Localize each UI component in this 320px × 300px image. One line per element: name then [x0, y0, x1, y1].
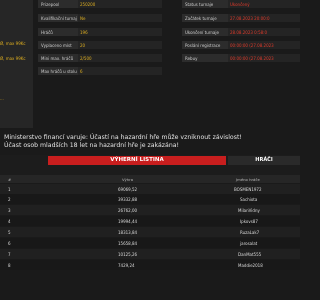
row-win: 39332,88	[118, 197, 138, 202]
status-row: Rebuy 00:00:00 (27.08.2023	[182, 54, 300, 63]
row-rank: 7	[8, 252, 11, 257]
status-row: Ukončení turnaje 28.08.2023 0:58:0	[182, 28, 300, 37]
row-player: BOSMEN1972	[234, 187, 262, 192]
left-panel-item: Ø, max 99Kc	[0, 41, 26, 46]
status-label: Rebuy	[182, 54, 228, 63]
row-win: 19994,44	[118, 219, 138, 224]
row-player: Ipkovs87	[240, 219, 258, 224]
info-value: 6	[78, 67, 162, 76]
leaderboard-row[interactable]: 3 26762,00 MilanVidny	[0, 205, 300, 215]
row-player: DanMat555	[238, 252, 262, 257]
status-value: 27.08.2023 20:00:0	[228, 14, 300, 23]
row-player: Maddie2018	[238, 263, 263, 268]
tab-winners-list[interactable]: VÝHERNÍ LISTINA	[48, 156, 226, 165]
info-value: 20	[78, 41, 162, 50]
header-rank: #	[8, 177, 12, 182]
leaderboard-row[interactable]: 1 69069,52 BOSMEN1972	[0, 184, 300, 194]
leaderboard-row[interactable]: 2 39332,88 Sachiota	[0, 194, 300, 204]
status-value: 28.08.2023 0:58:0	[228, 28, 300, 37]
info-label: Prizepool	[38, 0, 78, 9]
info-row: Max hráčů u stolu 6	[38, 67, 162, 76]
leaderboard-row[interactable]: 6 15658,84 jarosalat	[0, 238, 300, 248]
status-label: Začátek turnaje	[182, 14, 228, 23]
info-label: Hráčů	[38, 28, 78, 37]
leaderboard-row[interactable]: 4 19994,44 Ipkovs87	[0, 216, 300, 226]
status-label: Poslání registrace	[182, 41, 228, 50]
row-player: jarosalat	[240, 241, 258, 246]
row-player: RuzaLak7	[240, 230, 260, 235]
leaderboard-row[interactable]: 5 18313,84 RuzaLak7	[0, 227, 300, 237]
header-player: Jméno hráče	[236, 177, 260, 182]
row-rank: 1	[8, 187, 11, 192]
row-rank: 4	[8, 219, 11, 224]
row-win: 7429,24	[118, 263, 135, 268]
warning-line-1: Ministerstvo financí varuje: Účastí na h…	[4, 134, 242, 141]
left-panel: Ø, max 99Kc Ø, max 99Kc ...	[0, 0, 33, 128]
info-row: Mini max. hráčů 2/500	[38, 54, 162, 63]
status-label: Status turnaje	[182, 0, 228, 9]
status-value: 00:00:00 (27.08.2023	[228, 41, 300, 50]
leaderboard-row[interactable]: 7 10125,26 DanMat555	[0, 249, 300, 259]
status-row: Začátek turnaje 27.08.2023 20:00:0	[182, 14, 300, 23]
status-row: Poslání registrace 00:00:00 (27.08.2023	[182, 41, 300, 50]
row-win: 10125,26	[118, 252, 138, 257]
row-rank: 8	[8, 263, 11, 268]
info-value: 196	[78, 28, 162, 37]
leaderboard-header: # Výhra Jméno hráče	[0, 175, 300, 183]
status-value: Ukončený	[228, 0, 300, 9]
row-player: MilanVidny	[238, 208, 260, 213]
leaderboard-row[interactable]: 8 7429,24 Maddie2018	[0, 260, 300, 270]
info-row: Hráčů 196	[38, 28, 162, 37]
info-label: Max hráčů u stolu	[38, 67, 78, 76]
row-player: Sachiota	[240, 197, 258, 202]
row-rank: 6	[8, 241, 11, 246]
row-rank: 3	[8, 208, 11, 213]
info-value: 250200	[78, 0, 162, 9]
left-panel-item: Ø, max 99Kc	[0, 56, 26, 61]
left-panel-dots: ...	[0, 96, 4, 101]
warning-line-2: Účast osob mladších 18 let na hazardní h…	[4, 142, 180, 149]
row-rank: 5	[8, 230, 11, 235]
row-rank: 2	[8, 197, 11, 202]
row-win: 26762,00	[118, 208, 138, 213]
info-label: Vyplaceno míst	[38, 41, 78, 50]
header-win: Výhra	[122, 177, 134, 182]
row-win: 18313,84	[118, 230, 138, 235]
info-row: Kvalifikační turnaj Ne	[38, 14, 162, 23]
status-label: Ukončení turnaje	[182, 28, 228, 37]
tab-players[interactable]: HRÁČI	[228, 156, 300, 165]
info-row: Vyplaceno míst 20	[38, 41, 162, 50]
info-value: 2/500	[78, 54, 162, 63]
row-win: 69069,52	[118, 187, 138, 192]
info-row: Prizepool 250200	[38, 0, 162, 9]
info-label: Mini max. hráčů	[38, 54, 78, 63]
status-row: Status turnaje Ukončený	[182, 0, 300, 9]
gambling-warning: Ministerstvo financí varuje: Účastí na h…	[4, 134, 296, 150]
status-value: 00:00:00 (27.08.2023	[228, 54, 300, 63]
row-win: 15658,84	[118, 241, 138, 246]
info-label: Kvalifikační turnaj	[38, 14, 78, 23]
info-value: Ne	[78, 14, 162, 23]
